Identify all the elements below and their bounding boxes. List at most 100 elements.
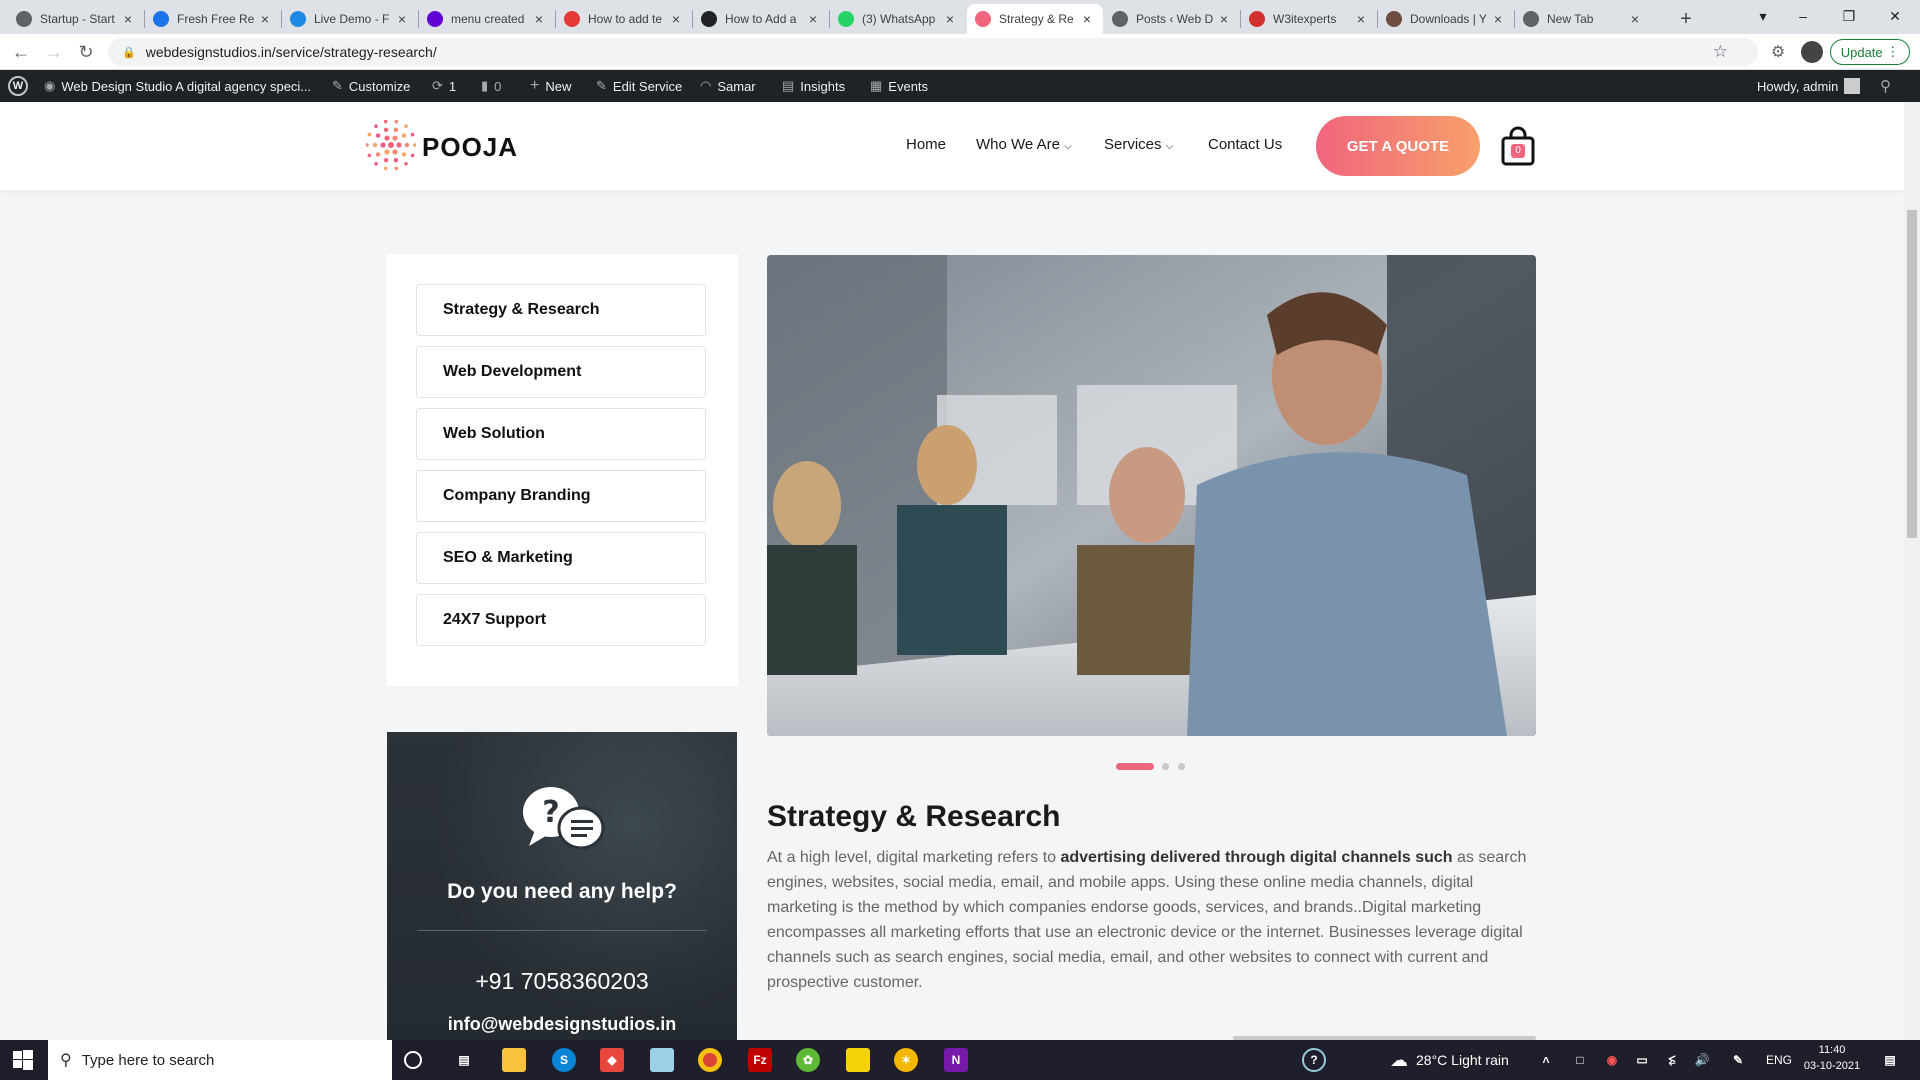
tab-close-icon[interactable]: × [257, 11, 273, 27]
forward-icon[interactable]: → [42, 40, 66, 64]
language-indicator[interactable]: ENG [1766, 1040, 1792, 1080]
update-button[interactable]: Update ⋮ [1830, 39, 1910, 65]
service-link[interactable]: Web Development [416, 346, 706, 398]
reload-icon[interactable]: ↻ [74, 40, 98, 64]
minimize-icon[interactable]: – [1780, 0, 1826, 32]
volume-icon[interactable]: 🔊 [1690, 1048, 1714, 1072]
browser-tab[interactable]: (3) WhatsApp × [830, 4, 966, 34]
scrollbar-thumb[interactable] [1907, 210, 1917, 538]
nav-who-we-are[interactable]: Who We Are ⌵ [976, 136, 1072, 153]
tab-close-icon[interactable]: × [1353, 11, 1369, 27]
tab-close-icon[interactable]: × [394, 11, 410, 27]
wp-samar[interactable]: ◠ Samar [700, 70, 756, 102]
notification-icon[interactable]: ▤ [1878, 1048, 1902, 1072]
logo-dot [375, 152, 381, 157]
wp-edit-service[interactable]: ✎ Edit Service [596, 70, 682, 102]
slider-dot[interactable] [1178, 763, 1185, 770]
url-bar[interactable]: 🔒 webdesignstudios.in/service/strategy-r… [108, 38, 1758, 66]
anydesk-icon[interactable]: ◆ [600, 1048, 624, 1072]
close-window-icon[interactable]: ✕ [1872, 0, 1918, 32]
nav-home[interactable]: Home [906, 136, 946, 153]
tab-close-icon[interactable]: × [120, 11, 136, 27]
browser-tab[interactable]: Live Demo - F × [282, 4, 418, 34]
browser-tab[interactable]: Posts ‹ Web D × [1104, 4, 1240, 34]
wordpress-icon[interactable]: W [8, 70, 28, 102]
wp-new[interactable]: + New [530, 70, 571, 102]
tab-close-icon[interactable]: × [531, 11, 547, 27]
chevron-up-icon[interactable]: ˄ [1534, 1048, 1558, 1072]
browser-tab[interactable]: Fresh Free Re × [145, 4, 281, 34]
clock[interactable]: 11:40 03-10-2021 [1796, 1042, 1868, 1078]
restore-icon[interactable]: ❐ [1826, 0, 1872, 32]
back-icon[interactable]: ← [9, 40, 33, 64]
tab-close-icon[interactable]: × [668, 11, 684, 27]
tab-title: menu created [451, 12, 525, 26]
browser-tab[interactable]: Downloads | Y × [1378, 4, 1514, 34]
weather-widget[interactable]: ☁ 28°C Light rain [1390, 1040, 1509, 1080]
bookmark-star-icon[interactable]: ☆ [1713, 42, 1728, 62]
pen-icon[interactable]: ✎ [1726, 1048, 1750, 1072]
wp-howdy[interactable]: Howdy, admin [1757, 70, 1861, 102]
service-link[interactable]: 24X7 Support [416, 594, 706, 646]
wp-insights[interactable]: ▤ Insights [782, 70, 845, 102]
wp-updates[interactable]: ⟳ 1 [432, 70, 456, 102]
notepad-icon[interactable] [650, 1048, 674, 1072]
filezilla-icon[interactable]: Fz [748, 1048, 772, 1072]
nav-services[interactable]: Services ⌵ [1104, 136, 1173, 153]
antivirus-icon[interactable]: ◉ [1600, 1048, 1624, 1072]
taskbar-search-box[interactable]: ⚲ Type here to search [48, 1040, 392, 1080]
nav-contact-us[interactable]: Contact Us [1208, 136, 1282, 153]
lock-icon: 🔒 [122, 46, 136, 59]
slider-dot[interactable] [1162, 763, 1169, 770]
tab-close-icon[interactable]: × [1079, 11, 1095, 27]
wp-comments[interactable]: ▮ 0 [481, 70, 501, 102]
tab-close-icon[interactable]: × [1216, 11, 1232, 27]
device-icon[interactable]: □ [1568, 1048, 1592, 1072]
site-logo-text[interactable]: POOJA [422, 132, 518, 163]
browser-tab[interactable]: W3itexperts × [1241, 4, 1377, 34]
wp-customize[interactable]: ✎ Customize [332, 70, 410, 102]
browser-tab[interactable]: Startup - Start × [8, 4, 144, 34]
chrome-icon[interactable] [698, 1048, 722, 1072]
new-tab-button[interactable]: + [1672, 4, 1700, 34]
tab-close-icon[interactable]: × [1627, 11, 1643, 27]
skype-icon[interactable]: S [552, 1048, 576, 1072]
wp-search-icon[interactable]: ⚲ [1880, 70, 1891, 102]
profile-avatar[interactable] [1800, 40, 1824, 64]
extensions-icon[interactable]: ⚙ [1766, 40, 1790, 64]
wp-site-name[interactable]: ◉ Web Design Studio A digital agency spec… [44, 70, 311, 102]
onenote-icon[interactable]: N [944, 1048, 968, 1072]
xampp-icon[interactable]: ✶ [894, 1048, 918, 1072]
browser-tab[interactable]: How to Add a × [693, 4, 829, 34]
logo-dots-icon[interactable] [365, 119, 417, 171]
windows-start-icon[interactable] [12, 1048, 34, 1072]
help-box: ? Do you need any help? +91 7058360203 i… [387, 732, 737, 1042]
service-link[interactable]: Strategy & Research [416, 284, 706, 336]
page-scrollbar[interactable] [1904, 102, 1920, 1040]
battery-icon[interactable]: ▭ [1630, 1048, 1654, 1072]
help-phone[interactable]: +91 7058360203 [387, 968, 737, 995]
service-list: Strategy & Research Web Development Web So… [386, 254, 738, 686]
cortana-icon[interactable] [404, 1051, 422, 1069]
help-tray-icon[interactable]: ? [1302, 1048, 1326, 1072]
sticky-notes-icon[interactable] [846, 1048, 870, 1072]
browser-tab[interactable]: Strategy & Re × [967, 4, 1103, 34]
task-view-icon[interactable]: ▤ [452, 1048, 476, 1072]
browser-tab[interactable]: How to add te × [556, 4, 692, 34]
cart-icon[interactable]: 0 [1500, 126, 1536, 166]
service-link[interactable]: Web Solution [416, 408, 706, 460]
browser-tab[interactable]: menu created × [419, 4, 555, 34]
tab-close-icon[interactable]: × [942, 11, 958, 27]
leaf-app-icon[interactable]: ✿ [796, 1048, 820, 1072]
browser-tab[interactable]: New Tab × [1515, 4, 1651, 34]
slider-dot-active[interactable] [1116, 763, 1154, 770]
file-explorer-icon[interactable] [502, 1048, 526, 1072]
service-link[interactable]: SEO & Marketing [416, 532, 706, 584]
wp-events[interactable]: ▦ Events [870, 70, 928, 102]
help-email[interactable]: info@webdesignstudios.in [387, 1014, 737, 1035]
wifi-icon[interactable]: ⥶ [1660, 1048, 1684, 1072]
tab-close-icon[interactable]: × [1490, 11, 1506, 27]
tab-close-icon[interactable]: × [805, 11, 821, 27]
get-a-quote-button[interactable]: GET A QUOTE [1316, 116, 1480, 176]
service-link[interactable]: Company Branding [416, 470, 706, 522]
